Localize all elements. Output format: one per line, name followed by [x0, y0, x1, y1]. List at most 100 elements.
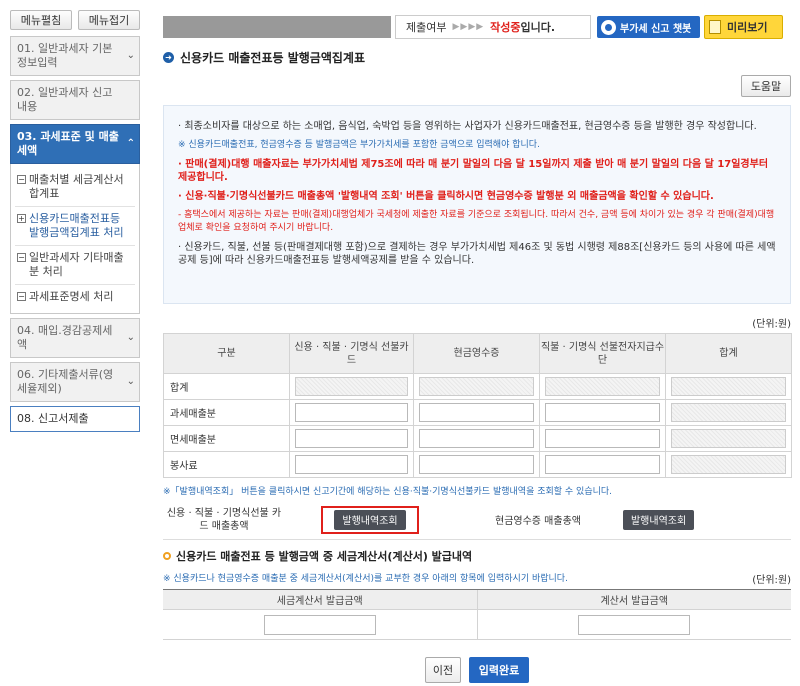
- chevron-up-icon: ⌃: [126, 138, 135, 149]
- arrow-right-icon: ➜: [163, 51, 174, 63]
- col-header-invoice: 계산서 발급금액: [476, 589, 791, 610]
- nav-item-basic-info[interactable]: 01. 일반과세자 기본정보입력 ⌄: [10, 36, 140, 76]
- prev-button[interactable]: 이전: [425, 657, 461, 683]
- taxable-cash-input[interactable]: [419, 403, 534, 422]
- notice-p2: ※ 신용카드매출전표, 현금영수증 등 발행금액은 부가가치세를 포함한 금액으…: [178, 140, 540, 150]
- chatbot-icon: [601, 19, 616, 35]
- notice-box: · 최종소비자를 대상으로 하는 소매업, 음식업, 숙박업 등을 영위하는 사…: [163, 105, 791, 304]
- service-cash-input[interactable]: [419, 455, 534, 474]
- subnav: − 매출처별 세금계산서합계표 + 신용카드매출전표등 발행금액집계표 처리 −…: [10, 164, 140, 314]
- document-icon: [709, 20, 721, 34]
- notice-p6: · 신용카드, 직불, 선불 등(판매결제대행 포함)으로 결제하는 경우 부가…: [178, 242, 776, 266]
- highlight-box: 발행내역조회: [321, 505, 419, 534]
- help-button[interactable]: 도움말: [741, 75, 791, 97]
- invoice-amount-input[interactable]: [578, 614, 691, 635]
- notice-p3: · 판매(결제)대행 매출자료는 부가가치세법 제75조에 따라 매 분기 말일…: [178, 159, 769, 183]
- arrows-icon: ▶▶▶▶: [452, 22, 485, 32]
- card-history-button[interactable]: 발행내역조회: [334, 509, 406, 530]
- row-label-total: 합계: [163, 373, 290, 400]
- chevron-down-icon: ⌄: [126, 332, 135, 343]
- query-hint: ※「발행내역조회」 버튼을 클릭하시면 신고기간에 해당하는 신용·직불·기명식…: [163, 487, 613, 497]
- expand-icon: +: [17, 214, 26, 223]
- table-row: 과세매출분: [163, 399, 792, 426]
- total-total-field: [671, 377, 786, 396]
- col-header-category: 구분: [163, 333, 290, 374]
- nav-item-label: 08. 신고서제출: [17, 412, 89, 425]
- table-row: 봉사료: [163, 451, 792, 478]
- sub-item-tax-base-detail[interactable]: − 과세표준명세 처리: [15, 285, 135, 309]
- status-value: 작성중: [490, 21, 521, 34]
- nav-item-label: 03. 과세표준 및 매출세액: [17, 130, 119, 157]
- total-card-field: [295, 377, 408, 396]
- status-suffix: 입니다.: [520, 21, 556, 34]
- exempt-total-field: [671, 429, 786, 448]
- table-row: 면세매출분: [163, 425, 792, 452]
- sub-item-label: 일반과세자 기타매출분 처리: [29, 251, 124, 278]
- preview-label: 미리보기: [727, 21, 768, 34]
- sub-item-credit-card[interactable]: + 신용카드매출전표등 발행금액집계표 처리: [15, 207, 135, 246]
- sidebar: 메뉴펼침 메뉴접기 01. 일반과세자 기본정보입력 ⌄ 02. 일반과세자 신…: [10, 10, 140, 436]
- sub-item-other-sales[interactable]: − 일반과세자 기타매출분 처리: [15, 246, 135, 285]
- cash-total-label: 현금영수증 매출총액: [495, 516, 581, 527]
- nav-item-tax-base[interactable]: 03. 과세표준 및 매출세액 ⌃: [10, 124, 140, 164]
- table-row: 합계: [163, 373, 792, 400]
- taxable-prepaid-input[interactable]: [545, 403, 660, 422]
- invoice-table: 세금계산서 발급금액 계산서 발급금액: [163, 589, 791, 640]
- nav-item-label: 06. 기타제출서류(영세율제외): [17, 368, 114, 395]
- sub-item-label: 과세표준명세 처리: [29, 290, 114, 303]
- card-total-label: 신용 · 직불 · 기명식선불 카드 매출총액: [166, 507, 282, 532]
- service-prepaid-input[interactable]: [545, 455, 660, 474]
- table-row: [163, 609, 791, 640]
- footer-buttons: 이전 입력완료: [163, 657, 791, 683]
- main-content: ➜ 신용카드 매출전표등 발행금액집계표 도움말 · 최종소비자를 대상으로 하…: [163, 48, 792, 683]
- preview-button[interactable]: 미리보기: [704, 15, 783, 39]
- total-prepaid-field: [545, 377, 660, 396]
- sub-item-sales-invoice[interactable]: − 매출처별 세금계산서합계표: [15, 168, 135, 207]
- exempt-cash-input[interactable]: [419, 429, 534, 448]
- exempt-card-input[interactable]: [295, 429, 408, 448]
- menu-buttons: 메뉴펼침 메뉴접기: [10, 10, 140, 30]
- taxable-card-input[interactable]: [295, 403, 408, 422]
- exempt-prepaid-input[interactable]: [545, 429, 660, 448]
- nav-item-label: 01. 일반과세자 기본정보입력: [17, 42, 113, 69]
- service-card-input[interactable]: [295, 455, 408, 474]
- page-title: 신용카드 매출전표등 발행금액집계표: [180, 50, 365, 65]
- subsection-hint: ※ 신용카드나 현금영수증 매출분 중 세금계산서(계산서)를 교부한 경우 아…: [163, 574, 568, 584]
- row-label-exempt: 면세매출분: [163, 425, 290, 452]
- notice-p5: - 홈택스에서 제공하는 자료는 판매(결제)대행업체가 국세청에 제출한 자료…: [178, 210, 775, 233]
- table-header-row: 세금계산서 발급금액 계산서 발급금액: [163, 589, 791, 610]
- nav-item-report-content[interactable]: 02. 일반과세자 신고내용: [10, 80, 140, 120]
- subsection-unit: (단위:원): [752, 575, 791, 586]
- collapse-icon: −: [17, 253, 26, 262]
- header-gray-bar: [163, 16, 391, 38]
- taxable-total-field: [671, 403, 786, 422]
- chevron-down-icon: ⌄: [126, 376, 135, 387]
- col-header-tax-invoice: 세금계산서 발급금액: [163, 589, 477, 610]
- row-label-service: 봉사료: [163, 451, 290, 478]
- sub-item-label: 신용카드매출전표등 발행금액집계표 처리: [29, 212, 124, 239]
- unit-label: (단위:원): [752, 319, 791, 330]
- nav-item-deduction[interactable]: 04. 매입.경감공제세액 ⌄: [10, 318, 140, 358]
- sub-item-label: 매출처별 세금계산서합계표: [29, 173, 124, 200]
- col-header-prepaid: 직불 · 기명식 선불전자지급수단: [539, 333, 666, 374]
- nav-item-label: 02. 일반과세자 신고내용: [17, 86, 113, 113]
- chatbot-button[interactable]: 부가세 신고 챗봇: [597, 16, 700, 38]
- nav-item-label: 04. 매입.경감공제세액: [17, 324, 113, 351]
- complete-button[interactable]: 입력완료: [469, 657, 529, 683]
- submission-status: 제출여부 ▶▶▶▶ 작성중 입니다.: [395, 15, 591, 39]
- col-header-card: 신용 · 직불 · 기명식 선불카드: [289, 333, 414, 374]
- service-total-field: [671, 455, 786, 474]
- nav-item-submit[interactable]: 08. 신고서제출: [10, 406, 140, 432]
- circle-bullet-icon: [163, 552, 171, 560]
- status-label: 제출여부: [406, 21, 447, 34]
- tax-invoice-amount-input[interactable]: [263, 614, 376, 635]
- nav-item-other-docs[interactable]: 06. 기타제출서류(영세율제외) ⌄: [10, 362, 140, 402]
- notice-p4: · 신용·직불·기명식선불카드 매출총액 '발행내역 조회' 버튼을 클릭하시면…: [178, 191, 714, 202]
- menu-expand-button[interactable]: 메뉴펼침: [10, 10, 72, 30]
- menu-collapse-button[interactable]: 메뉴접기: [78, 10, 140, 30]
- col-header-cash-receipt: 현금영수증: [413, 333, 540, 374]
- subsection-title-text: 신용카드 매출전표 등 발행금액 중 세금계산서(계산서) 발급내역: [176, 550, 473, 563]
- col-header-total: 합계: [665, 333, 792, 374]
- notice-p1: · 최종소비자를 대상으로 하는 소매업, 음식업, 숙박업 등을 영위하는 사…: [178, 121, 757, 132]
- cash-history-button[interactable]: 발행내역조회: [622, 509, 695, 530]
